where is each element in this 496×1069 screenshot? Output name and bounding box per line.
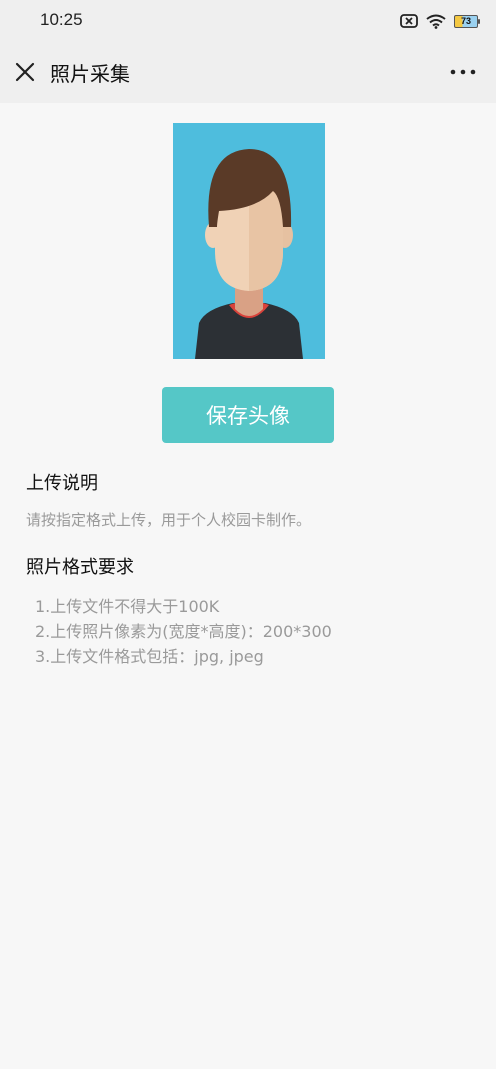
save-avatar-button[interactable]: 保存头像 bbox=[162, 387, 334, 443]
nav-bar: 照片采集 bbox=[0, 42, 496, 103]
close-icon bbox=[15, 62, 35, 82]
avatar-photo[interactable] bbox=[173, 123, 325, 359]
status-icons: 73 bbox=[400, 11, 480, 31]
status-bar: 10:25 73 bbox=[0, 0, 496, 42]
wifi-icon bbox=[426, 14, 446, 29]
upload-instructions-title: 上传说明 bbox=[26, 473, 98, 494]
upload-instructions-text: 请按指定格式上传，用于个人校园卡制作。 bbox=[26, 511, 312, 529]
default-avatar-icon bbox=[173, 123, 325, 359]
close-button[interactable] bbox=[12, 59, 38, 85]
more-icon bbox=[450, 69, 476, 75]
format-requirement-item: 3.上传文件格式包括：jpg, jpeg bbox=[35, 647, 264, 666]
page-title: 照片采集 bbox=[50, 62, 130, 86]
format-requirement-item: 2.上传照片像素为(宽度*高度)：200*300 bbox=[35, 622, 332, 641]
battery-icon: 73 bbox=[454, 14, 480, 28]
sim-off-icon bbox=[400, 14, 418, 28]
status-time: 10:25 bbox=[40, 10, 83, 29]
photo-format-title: 照片格式要求 bbox=[26, 557, 134, 578]
format-requirement-item: 1.上传文件不得大于100K bbox=[35, 597, 220, 616]
more-button[interactable] bbox=[448, 62, 478, 82]
battery-level: 73 bbox=[460, 15, 471, 26]
